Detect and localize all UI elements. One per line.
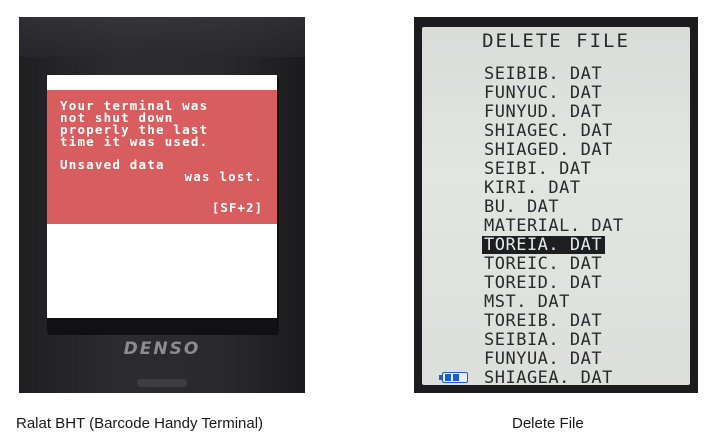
file-list-item: TOREID. DAT — [482, 274, 627, 293]
file-name[interactable]: SEIBIB. DAT — [482, 64, 605, 84]
file-name[interactable]: MATERIAL. DAT — [482, 216, 627, 236]
delete-file-screen: DELETE FILE SEIBIB. DAT FUNYUC. DAT FUNY… — [422, 27, 690, 388]
file-list-item: FUNYUC. DAT — [482, 84, 627, 103]
screen-title: DELETE FILE — [482, 30, 630, 52]
file-name-selected[interactable]: TOREIA. DAT — [482, 236, 606, 254]
file-name[interactable]: FUNYUD. DAT — [482, 102, 605, 122]
file-list-item: SEIBI. DAT — [482, 160, 627, 179]
file-name[interactable]: SEIBI. DAT — [482, 159, 594, 179]
file-list-item: TOREIC. DAT — [482, 255, 627, 274]
file-name[interactable]: MST. DAT — [482, 292, 573, 312]
file-list-item: SHIAGEC. DAT — [482, 122, 627, 141]
bezel-top — [19, 17, 305, 57]
file-list-item: KIRI. DAT — [482, 179, 627, 198]
file-list: SEIBIB. DAT FUNYUC. DAT FUNYUD. DAT SHIA… — [482, 65, 627, 388]
file-name[interactable]: FUNYUC. DAT — [482, 83, 605, 103]
file-list-item: TOREIA. DAT — [482, 236, 627, 255]
file-list-item: BU. DAT — [482, 198, 627, 217]
file-name[interactable]: TOREID. DAT — [482, 273, 605, 293]
delete-file-photo: DELETE FILE SEIBIB. DAT FUNYUC. DAT FUNY… — [414, 17, 698, 393]
denso-logo: DENSO — [123, 339, 201, 359]
file-name[interactable]: KIRI. DAT — [482, 178, 584, 198]
file-name[interactable]: TOREIC. DAT — [482, 254, 605, 274]
error-code: [SF+2] — [211, 200, 263, 215]
file-name[interactable]: SHIAGED. DAT — [482, 140, 616, 160]
file-list-item: SEIBIA. DAT — [482, 331, 627, 350]
device-slot — [137, 379, 187, 387]
terminal-screen: Your terminal was not shut down properly… — [47, 75, 277, 318]
figure: DENSO Your terminal was not shut down pr… — [0, 0, 718, 443]
caption-right: Delete File — [512, 415, 584, 432]
error-detail-line: was lost. — [184, 169, 263, 184]
screen-top-strip — [47, 75, 277, 90]
file-list-item: SHIAGEA. DAT — [482, 369, 627, 388]
caption-left: Ralat BHT (Barcode Handy Terminal) — [16, 415, 264, 432]
file-list-item: MATERIAL. DAT — [482, 217, 627, 236]
file-list-item: SHIAGED. DAT — [482, 141, 627, 160]
file-list-item: FUNYUA. DAT — [482, 350, 627, 369]
file-list-item: SEIBIB. DAT — [482, 65, 627, 84]
file-list-item: TOREIB. DAT — [482, 312, 627, 331]
battery-icon — [439, 372, 468, 383]
file-list-item: MST. DAT — [482, 293, 627, 312]
error-message-line: time it was used. — [60, 134, 209, 149]
file-name[interactable]: BU. DAT — [482, 197, 562, 217]
error-dialog: Your terminal was not shut down properly… — [47, 90, 277, 224]
file-name[interactable]: FUNYUA. DAT — [482, 349, 605, 369]
file-name[interactable]: SHIAGEA. DAT — [482, 368, 616, 388]
file-list-item: FUNYUD. DAT — [482, 103, 627, 122]
file-name[interactable]: SEIBIA. DAT — [482, 330, 605, 350]
file-name[interactable]: TOREIB. DAT — [482, 311, 605, 331]
file-name[interactable]: SHIAGEC. DAT — [482, 121, 616, 141]
